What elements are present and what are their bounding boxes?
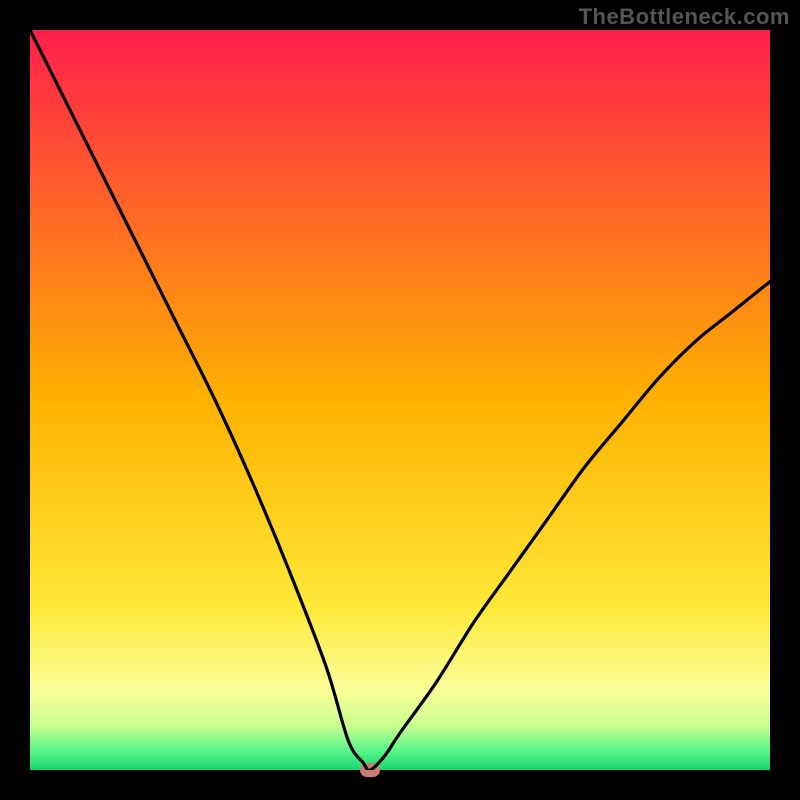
curve-svg	[30, 30, 770, 770]
watermark-text: TheBottleneck.com	[579, 4, 790, 30]
bottleneck-curve-path	[30, 30, 770, 770]
plot-area	[30, 30, 770, 770]
chart-frame: TheBottleneck.com	[0, 0, 800, 800]
